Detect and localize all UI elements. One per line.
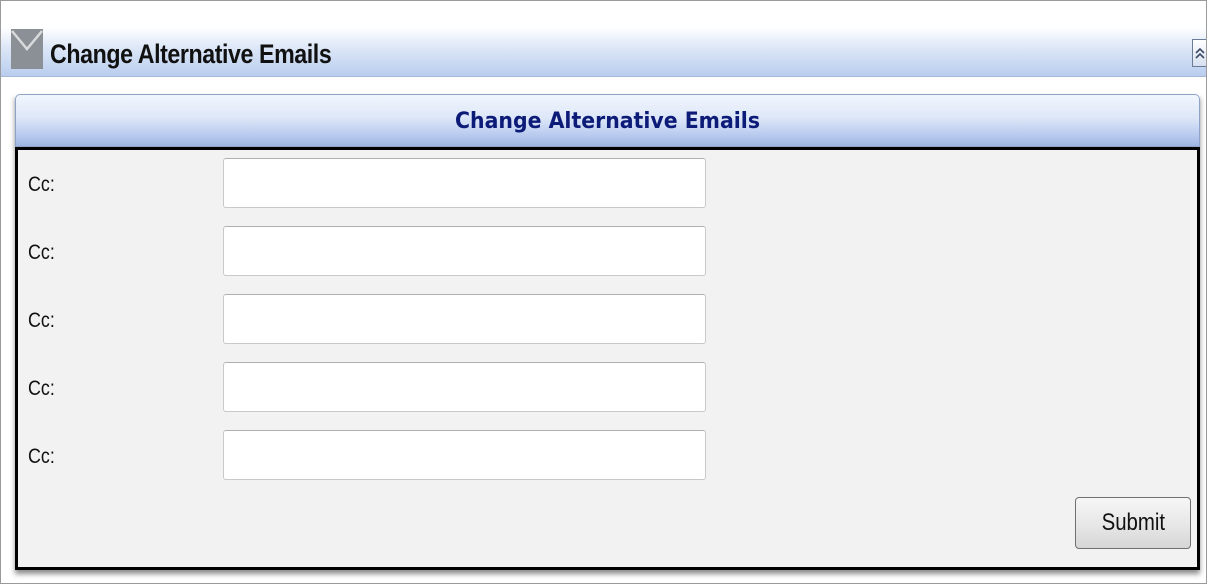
cc-label: Cc: xyxy=(28,173,55,196)
submit-button-label: Submit xyxy=(1101,509,1165,536)
cc-row: Cc: xyxy=(18,226,1197,276)
collapse-button[interactable] xyxy=(1192,39,1206,67)
cc-row: Cc: xyxy=(18,294,1197,344)
cc-row: Cc: xyxy=(18,362,1197,412)
double-chevron-up-icon xyxy=(1195,47,1205,59)
envelope-icon xyxy=(11,29,43,69)
cc-label: Cc: xyxy=(28,309,55,332)
cc-row: Cc: xyxy=(18,158,1197,208)
window-titlebar: Change Alternative Emails xyxy=(1,1,1206,77)
cc-label: Cc: xyxy=(28,377,55,400)
cc-input-5[interactable] xyxy=(223,430,706,480)
cc-label: Cc: xyxy=(28,445,55,468)
change-alternative-emails-window: Change Alternative Emails Change Alterna… xyxy=(0,0,1207,584)
cc-input-4[interactable] xyxy=(223,362,706,412)
submit-button[interactable]: Submit xyxy=(1075,497,1191,549)
panel-title: Change Alternative Emails xyxy=(454,109,761,134)
alternative-emails-panel: Change Alternative Emails Cc: Cc: Cc: Cc… xyxy=(15,94,1200,570)
cc-input-3[interactable] xyxy=(223,294,706,344)
cc-input-2[interactable] xyxy=(223,226,706,276)
cc-row: Cc: xyxy=(18,430,1197,480)
cc-input-1[interactable] xyxy=(223,158,706,208)
window-title: Change Alternative Emails xyxy=(50,39,332,69)
cc-label: Cc: xyxy=(28,241,55,264)
panel-header: Change Alternative Emails xyxy=(15,94,1200,147)
cc-form: Cc: Cc: Cc: Cc: Cc: Submit xyxy=(15,147,1200,570)
